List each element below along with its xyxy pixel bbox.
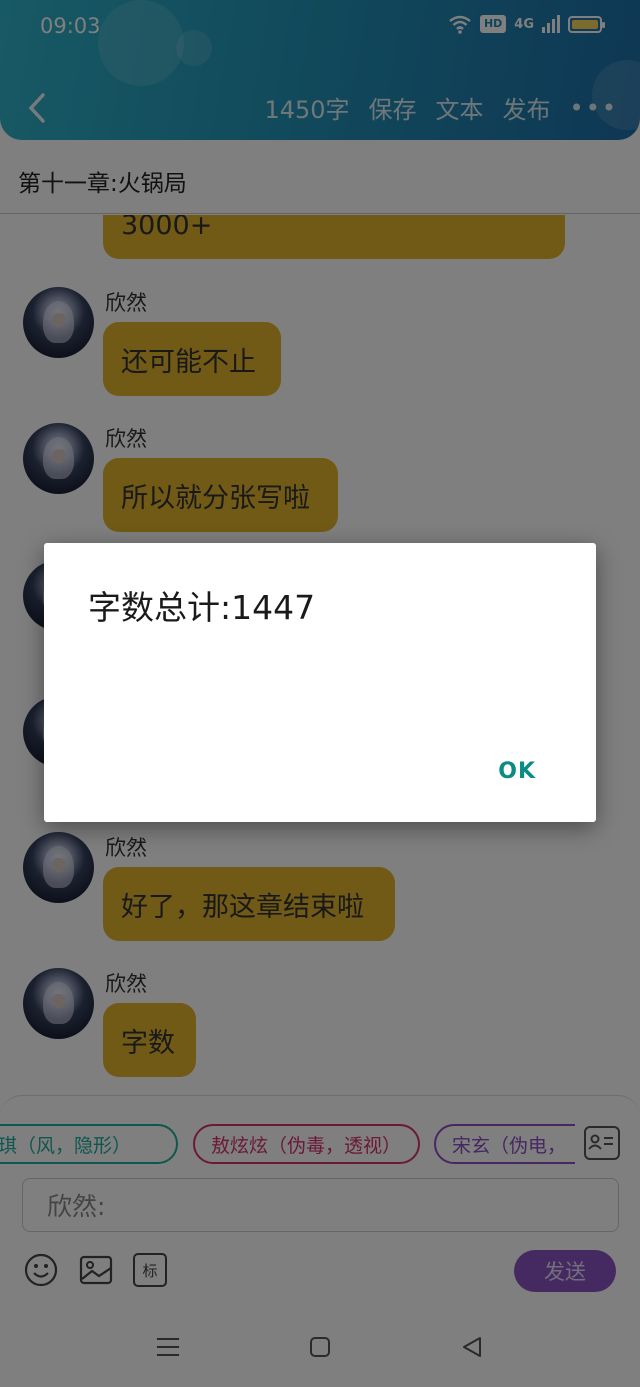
- word-count-dialog: 字数总计:1447 OK: [44, 543, 596, 822]
- ok-button[interactable]: OK: [498, 759, 536, 784]
- dialog-message: 字数总计:1447: [88, 588, 316, 627]
